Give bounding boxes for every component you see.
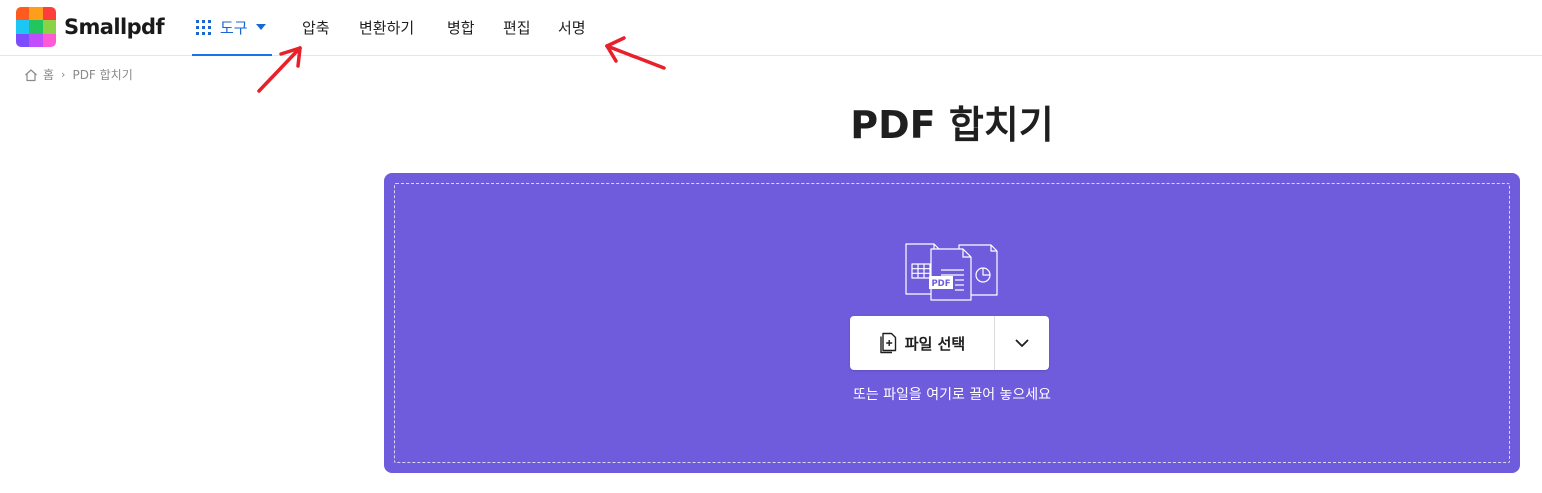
breadcrumb-separator: › [61,68,66,81]
nav-link-convert[interactable]: 변환하기 [359,17,414,38]
brand-name: Smallpdf [64,15,165,39]
upload-source-dropdown[interactable] [995,316,1049,370]
nav-link-edit[interactable]: 편집 [503,17,531,38]
chevron-down-icon [1015,339,1029,347]
logo-tile [29,33,43,47]
choose-file-label: 파일 선택 [904,334,966,353]
add-file-icon [880,332,896,354]
top-navigation: Smallpdf 도구 압축 변환하기 병합 편집 서명 [0,0,1542,56]
nav-link-sign[interactable]: 서명 [558,17,586,38]
file-select-group: 파일 선택 [850,316,1049,370]
annotation-arrow-icon [257,46,302,93]
annotation-arrow-icon [605,36,666,70]
page: Smallpdf 도구 압축 변환하기 병합 편집 서명 홈 › PDF 합치기… [0,0,1542,493]
logo-tile [42,33,56,47]
logo-mark [16,7,56,47]
breadcrumb-home[interactable]: 홈 [43,66,54,83]
logo-tile [16,7,30,21]
logo-tile [42,7,56,21]
pdf-badge-label: PDF [931,279,950,289]
files-illustration-icon: PDF [905,243,998,301]
logo-tile [42,20,56,34]
choose-file-button[interactable]: 파일 선택 [850,316,995,370]
drop-hint-text: 또는 파일을 여기로 끌어 놓으세요 [852,387,1052,403]
logo-tile [16,33,30,47]
logo-tile [16,20,30,34]
file-dropzone[interactable]: PDF 파일 선택 또는 파일을 여기로 끌어 놓으세요 [384,173,1520,473]
logo-tile [29,7,43,21]
tools-menu-label: 도구 [220,18,248,37]
apps-grid-icon [196,19,211,35]
home-icon[interactable] [24,68,38,82]
nav-link-compress[interactable]: 압축 [302,17,330,38]
breadcrumb: 홈 › PDF 합치기 [24,66,133,83]
caret-down-icon [255,24,266,30]
page-title: PDF 합치기 [850,103,1054,147]
logo[interactable]: Smallpdf [16,7,165,47]
nav-link-merge[interactable]: 병합 [447,17,475,38]
logo-tile [29,20,43,34]
breadcrumb-current: PDF 합치기 [72,68,133,82]
